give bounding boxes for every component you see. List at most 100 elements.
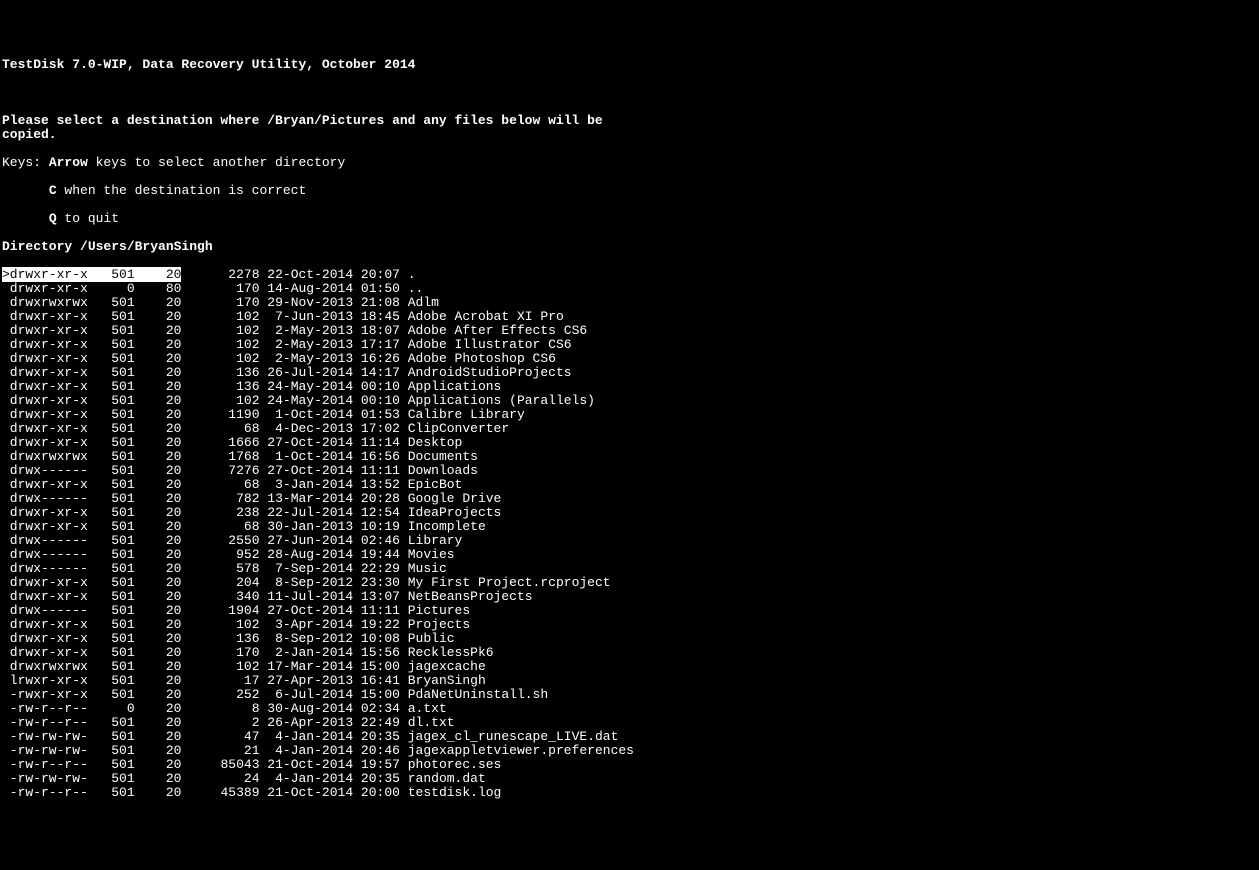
file-row[interactable]: drwxrwxrwx 501 20 102 17-Mar-2014 15:00 … xyxy=(2,660,1257,674)
file-name: Documents xyxy=(400,449,478,464)
file-row[interactable]: drwxr-xr-x 501 20 68 30-Jan-2013 10:19 I… xyxy=(2,520,1257,534)
file-row[interactable]: drwxr-xr-x 501 20 1190 1-Oct-2014 01:53 … xyxy=(2,408,1257,422)
file-uid: 501 xyxy=(96,491,135,506)
file-permissions: drwxr-xr-x xyxy=(2,365,88,380)
file-permissions: drwxr-xr-x xyxy=(2,421,88,436)
file-gid: 20 xyxy=(142,617,181,632)
file-listing[interactable]: >drwxr-xr-x 501 20 2278 22-Oct-2014 20:0… xyxy=(2,268,1257,800)
file-row[interactable]: drwxr-xr-x 501 20 102 2-May-2013 16:26 A… xyxy=(2,352,1257,366)
instruction-text: Please select a destination where /Bryan… xyxy=(2,114,1257,142)
file-time: 14:17 xyxy=(353,365,400,380)
file-gid: 20 xyxy=(142,519,181,534)
file-permissions: drwxr-xr-x xyxy=(2,323,88,338)
file-uid: 501 xyxy=(96,533,135,548)
file-permissions: drwxr-xr-x xyxy=(2,477,88,492)
file-row[interactable]: -rw-r--r-- 501 20 45389 21-Oct-2014 20:0… xyxy=(2,786,1257,800)
file-permissions: -rw-r--r-- xyxy=(2,715,88,730)
file-date: 4-Jan-2014 xyxy=(260,771,354,786)
file-uid: 501 xyxy=(96,267,135,282)
file-permissions: drwxr-xr-x xyxy=(2,519,88,534)
file-row[interactable]: drwx------ 501 20 2550 27-Jun-2014 02:46… xyxy=(2,534,1257,548)
file-time: 20:00 xyxy=(353,785,400,800)
file-size: 102 xyxy=(181,617,259,632)
file-row[interactable]: -rwxr-xr-x 501 20 252 6-Jul-2014 15:00 P… xyxy=(2,688,1257,702)
file-name: . xyxy=(400,267,416,282)
file-gid: 20 xyxy=(142,589,181,604)
file-permissions: -rwxr-xr-x xyxy=(2,687,88,702)
file-uid: 501 xyxy=(96,743,135,758)
file-name: Applications xyxy=(400,379,501,394)
file-date: 7-Sep-2014 xyxy=(260,561,354,576)
file-permissions: drwxrwxrwx xyxy=(2,659,88,674)
file-row[interactable]: drwxr-xr-x 501 20 68 4-Dec-2013 17:02 Cl… xyxy=(2,422,1257,436)
file-row[interactable]: drwxr-xr-x 501 20 68 3-Jan-2014 13:52 Ep… xyxy=(2,478,1257,492)
file-row[interactable]: drwxr-xr-x 501 20 136 26-Jul-2014 14:17 … xyxy=(2,366,1257,380)
file-gid: 20 xyxy=(142,673,181,688)
file-row[interactable]: drwxr-xr-x 501 20 136 24-May-2014 00:10 … xyxy=(2,380,1257,394)
file-name: Pictures xyxy=(400,603,470,618)
file-name: RecklessPk6 xyxy=(400,645,494,660)
file-gid: 20 xyxy=(142,701,181,716)
file-uid: 501 xyxy=(96,617,135,632)
file-time: 19:44 xyxy=(353,547,400,562)
file-uid: 501 xyxy=(96,351,135,366)
file-row[interactable]: -rw-r--r-- 501 20 2 26-Apr-2013 22:49 dl… xyxy=(2,716,1257,730)
file-row[interactable]: -rw-r--r-- 501 20 85043 21-Oct-2014 19:5… xyxy=(2,758,1257,772)
file-permissions: drwxrwxrwx xyxy=(2,449,88,464)
file-size: 782 xyxy=(181,491,259,506)
file-row[interactable]: drwxrwxrwx 501 20 1768 1-Oct-2014 16:56 … xyxy=(2,450,1257,464)
file-date: 21-Oct-2014 xyxy=(260,785,354,800)
file-row[interactable]: drwxrwxrwx 501 20 170 29-Nov-2013 21:08 … xyxy=(2,296,1257,310)
file-row[interactable]: drwx------ 501 20 952 28-Aug-2014 19:44 … xyxy=(2,548,1257,562)
file-date: 4-Jan-2014 xyxy=(260,743,354,758)
file-gid: 20 xyxy=(142,351,181,366)
file-row[interactable]: drwxr-xr-x 501 20 170 2-Jan-2014 15:56 R… xyxy=(2,646,1257,660)
file-permissions: drwxr-xr-x xyxy=(2,645,88,660)
file-time: 20:07 xyxy=(353,267,400,282)
file-row[interactable]: lrwxr-xr-x 501 20 17 27-Apr-2013 16:41 B… xyxy=(2,674,1257,688)
file-row[interactable]: drwxr-xr-x 501 20 102 2-May-2013 17:17 A… xyxy=(2,338,1257,352)
file-row[interactable]: -rw-r--r-- 0 20 8 30-Aug-2014 02:34 a.tx… xyxy=(2,702,1257,716)
file-time: 20:46 xyxy=(353,743,400,758)
file-row[interactable]: drwxr-xr-x 501 20 340 11-Jul-2014 13:07 … xyxy=(2,590,1257,604)
file-gid: 20 xyxy=(142,561,181,576)
file-row[interactable]: drwx------ 501 20 7276 27-Oct-2014 11:11… xyxy=(2,464,1257,478)
file-row[interactable]: drwxr-xr-x 501 20 204 8-Sep-2012 23:30 M… xyxy=(2,576,1257,590)
file-row[interactable]: drwxr-xr-x 501 20 102 24-May-2014 00:10 … xyxy=(2,394,1257,408)
file-row[interactable]: drwxr-xr-x 501 20 136 8-Sep-2012 10:08 P… xyxy=(2,632,1257,646)
file-time: 10:19 xyxy=(353,519,400,534)
file-gid: 20 xyxy=(142,687,181,702)
file-uid: 0 xyxy=(96,281,135,296)
file-row[interactable]: -rw-rw-rw- 501 20 47 4-Jan-2014 20:35 ja… xyxy=(2,730,1257,744)
file-name: AndroidStudioProjects xyxy=(400,365,572,380)
file-row[interactable]: drwxr-xr-x 501 20 1666 27-Oct-2014 11:14… xyxy=(2,436,1257,450)
file-date: 22-Jul-2014 xyxy=(260,505,354,520)
file-size: 68 xyxy=(181,477,259,492)
file-uid: 501 xyxy=(96,631,135,646)
file-date: 1-Oct-2014 xyxy=(260,449,354,464)
file-time: 17:17 xyxy=(353,337,400,352)
file-row[interactable]: drwxr-xr-x 501 20 102 2-May-2013 18:07 A… xyxy=(2,324,1257,338)
file-row[interactable]: drwx------ 501 20 578 7-Sep-2014 22:29 M… xyxy=(2,562,1257,576)
file-date: 27-Oct-2014 xyxy=(260,435,354,450)
file-uid: 501 xyxy=(96,505,135,520)
file-size: 102 xyxy=(181,393,259,408)
file-row[interactable]: -rw-rw-rw- 501 20 21 4-Jan-2014 20:46 ja… xyxy=(2,744,1257,758)
file-row[interactable]: drwx------ 501 20 1904 27-Oct-2014 11:11… xyxy=(2,604,1257,618)
file-permissions: drwx------ xyxy=(2,533,88,548)
file-time: 15:00 xyxy=(353,687,400,702)
file-row[interactable]: drwxr-xr-x 501 20 238 22-Jul-2014 12:54 … xyxy=(2,506,1257,520)
file-row[interactable]: >drwxr-xr-x 501 20 2278 22-Oct-2014 20:0… xyxy=(2,268,416,282)
file-row[interactable]: drwxr-xr-x 501 20 102 7-Jun-2013 18:45 A… xyxy=(2,310,1257,324)
file-time: 11:11 xyxy=(353,603,400,618)
file-time: 23:30 xyxy=(353,575,400,590)
file-gid: 20 xyxy=(142,309,181,324)
file-gid: 20 xyxy=(142,603,181,618)
file-gid: 20 xyxy=(142,323,181,338)
file-row[interactable]: drwx------ 501 20 782 13-Mar-2014 20:28 … xyxy=(2,492,1257,506)
file-date: 6-Jul-2014 xyxy=(260,687,354,702)
file-row[interactable]: drwxr-xr-x 0 80 170 14-Aug-2014 01:50 .. xyxy=(2,282,1257,296)
file-row[interactable]: drwxr-xr-x 501 20 102 3-Apr-2014 19:22 P… xyxy=(2,618,1257,632)
file-date: 2-Jan-2014 xyxy=(260,645,354,660)
file-row[interactable]: -rw-rw-rw- 501 20 24 4-Jan-2014 20:35 ra… xyxy=(2,772,1257,786)
